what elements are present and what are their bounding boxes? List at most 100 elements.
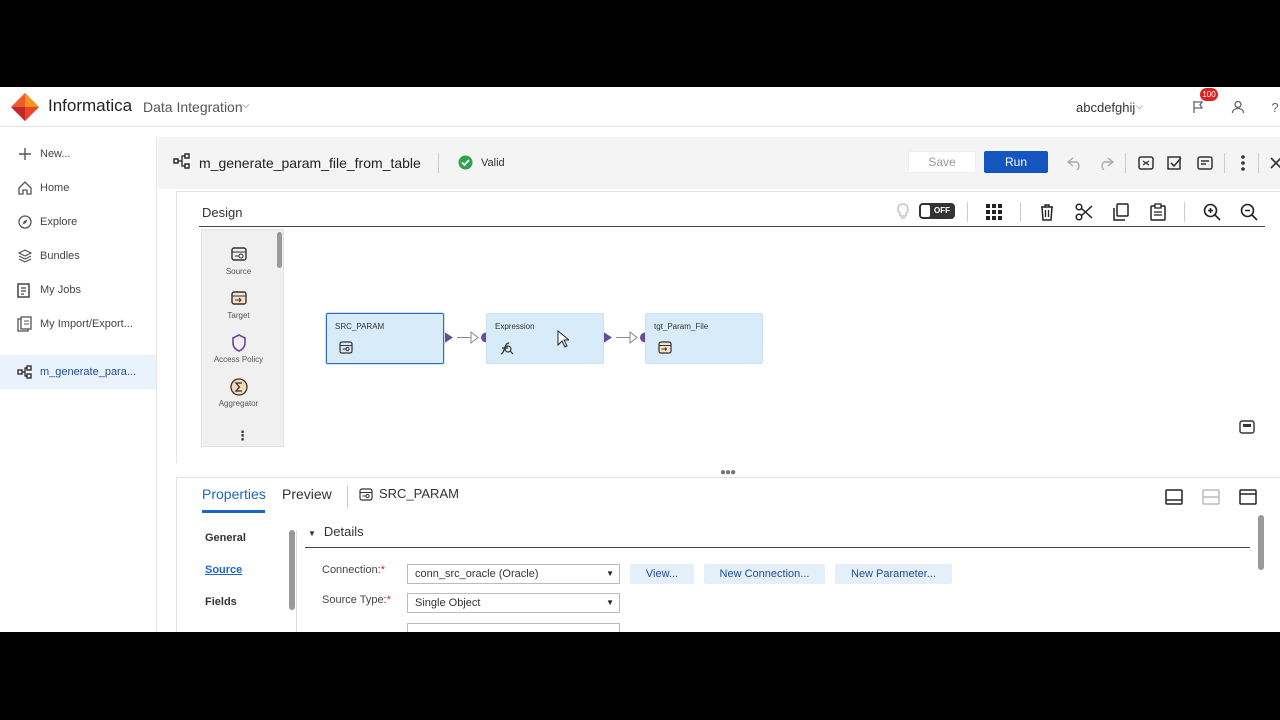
top-bar: Informatica Data Integration ⌵ abcdefghi…	[0, 87, 1280, 127]
connection-value: conn_src_oracle (Oracle)	[415, 568, 539, 580]
delete-icon[interactable]	[1035, 200, 1059, 224]
new-parameter-button[interactable]: New Parameter...	[835, 564, 952, 584]
source-icon	[359, 488, 373, 501]
nav-fields[interactable]: Fields	[205, 596, 237, 608]
toggle-label: OFF	[934, 206, 950, 215]
divider	[438, 153, 439, 173]
copy-icon[interactable]	[1109, 200, 1133, 224]
undo-icon[interactable]	[1064, 152, 1086, 174]
object-select[interactable]	[407, 623, 620, 632]
validate-icon[interactable]	[1164, 152, 1186, 174]
source-icon	[339, 341, 353, 354]
node-src-param[interactable]: SRC_PARAM	[326, 313, 444, 364]
more-vertical-icon[interactable]: ⋮	[236, 428, 249, 444]
sidebar-item-label: Home	[40, 182, 70, 194]
chevron-down-icon[interactable]: ⌵	[242, 100, 250, 111]
sidebar-item-open-mapping[interactable]: m_generate_para...	[0, 355, 156, 389]
mouse-cursor-icon	[557, 330, 569, 348]
redo-icon[interactable]	[1095, 152, 1117, 174]
tab-preview[interactable]: Preview	[282, 486, 332, 502]
cut-icon[interactable]	[1072, 200, 1096, 224]
product-switcher[interactable]: Data Integration	[143, 99, 243, 115]
connection-select[interactable]: conn_src_oracle (Oracle) ▼	[407, 564, 620, 584]
content-scrollbar[interactable]	[1258, 515, 1264, 570]
caret-down-icon: ▼	[308, 529, 316, 538]
zoom-out-icon[interactable]	[1237, 200, 1261, 224]
source-type-label: Source Type:*	[322, 594, 391, 606]
tab-properties[interactable]: Properties	[202, 486, 266, 502]
link-expression-to-target[interactable]	[602, 330, 650, 345]
details-section-header[interactable]: ▼ Details	[308, 524, 364, 539]
sidebar-item-my-jobs[interactable]: My Jobs	[0, 273, 156, 307]
more-vertical-icon[interactable]	[1232, 152, 1254, 174]
properties-panel: Properties Preview SRC_PARAM General Sou…	[176, 477, 1280, 632]
mapping-icon	[173, 153, 190, 169]
save-button[interactable]: Save	[908, 151, 976, 173]
org-switcher[interactable]: abcdefghij	[1076, 100, 1135, 115]
plus-icon	[16, 145, 34, 163]
chevron-down-icon[interactable]: ⌵	[1136, 101, 1143, 112]
minimap-icon[interactable]	[1239, 420, 1255, 434]
dock-middle-icon[interactable]	[1200, 486, 1222, 508]
details-title: Details	[323, 524, 364, 539]
zoom-in-icon[interactable]	[1200, 200, 1224, 224]
link-src-to-expression[interactable]	[443, 330, 491, 345]
divider	[1125, 153, 1126, 173]
active-tab-indicator	[202, 510, 265, 513]
help-icon[interactable]: ?	[1262, 94, 1280, 120]
user-icon[interactable]	[1225, 94, 1251, 120]
divider	[967, 202, 968, 222]
sidebar-item-new[interactable]: New...	[0, 137, 156, 171]
preview-data-icon[interactable]	[1194, 152, 1216, 174]
node-label: SRC_PARAM	[335, 322, 385, 331]
nav-scrollbar[interactable]	[289, 530, 295, 610]
layers-icon	[16, 247, 34, 265]
dock-bottom-icon[interactable]	[1163, 486, 1185, 508]
arrow-head	[470, 330, 479, 345]
mapping-icon	[16, 363, 34, 381]
section-rule	[305, 547, 1250, 548]
mapping-title-bar: m_generate_param_file_from_table Valid S…	[158, 137, 1280, 189]
sidebar-item-label: m_generate_para...	[40, 366, 137, 378]
view-connection-button[interactable]: View...	[630, 564, 694, 584]
compass-icon	[16, 213, 34, 231]
nav-general[interactable]: General	[205, 532, 246, 544]
design-panel: Design OFF Source Target Access Policy A…	[176, 191, 1280, 463]
sidebar-item-label: Bundles	[40, 250, 80, 262]
sidebar-item-bundles[interactable]: Bundles	[0, 239, 156, 273]
arrow-head	[629, 330, 638, 345]
sidebar-item-import-export[interactable]: My Import/Export...	[0, 307, 156, 341]
node-tgt-param-file[interactable]: tgt_Param_File	[645, 313, 763, 364]
maximize-panel-icon[interactable]	[1237, 486, 1259, 508]
paste-icon[interactable]	[1146, 200, 1170, 224]
source-type-select[interactable]: Single Object ▼	[407, 593, 620, 613]
nav-source[interactable]: Source	[205, 564, 242, 576]
close-icon[interactable]	[1265, 152, 1280, 174]
grid-arrange-icon[interactable]	[982, 200, 1006, 224]
target-icon	[658, 341, 672, 354]
sidebar-item-explore[interactable]: Explore	[0, 205, 156, 239]
lightbulb-icon[interactable]	[891, 200, 915, 224]
sidebar-item-home[interactable]: Home	[0, 171, 156, 205]
sidebar-item-label: My Import/Export...	[40, 318, 133, 330]
node-label: tgt_Param_File	[654, 322, 709, 331]
parameterize-icon[interactable]	[1135, 152, 1157, 174]
run-button[interactable]: Run	[984, 151, 1048, 173]
sidebar-item-label: New...	[40, 148, 71, 160]
divider	[1258, 153, 1259, 173]
node-expression[interactable]: Expression	[486, 313, 604, 364]
new-connection-button[interactable]: New Connection...	[704, 564, 825, 584]
app-window: Informatica Data Integration ⌵ abcdefghi…	[0, 87, 1280, 632]
divider	[1020, 202, 1021, 222]
jobs-icon	[16, 281, 34, 299]
connection-label: Connection:*	[322, 564, 385, 576]
mapping-title: m_generate_param_file_from_table	[199, 155, 421, 171]
output-port[interactable]	[443, 331, 453, 344]
divider	[1224, 153, 1225, 173]
auto-arrange-toggle[interactable]: OFF	[919, 203, 955, 219]
notification-badge: 100	[1200, 88, 1218, 101]
divider	[296, 530, 297, 632]
validation-status: Valid	[481, 157, 505, 169]
divider	[1184, 202, 1185, 222]
source-type-value: Single Object	[415, 597, 481, 609]
